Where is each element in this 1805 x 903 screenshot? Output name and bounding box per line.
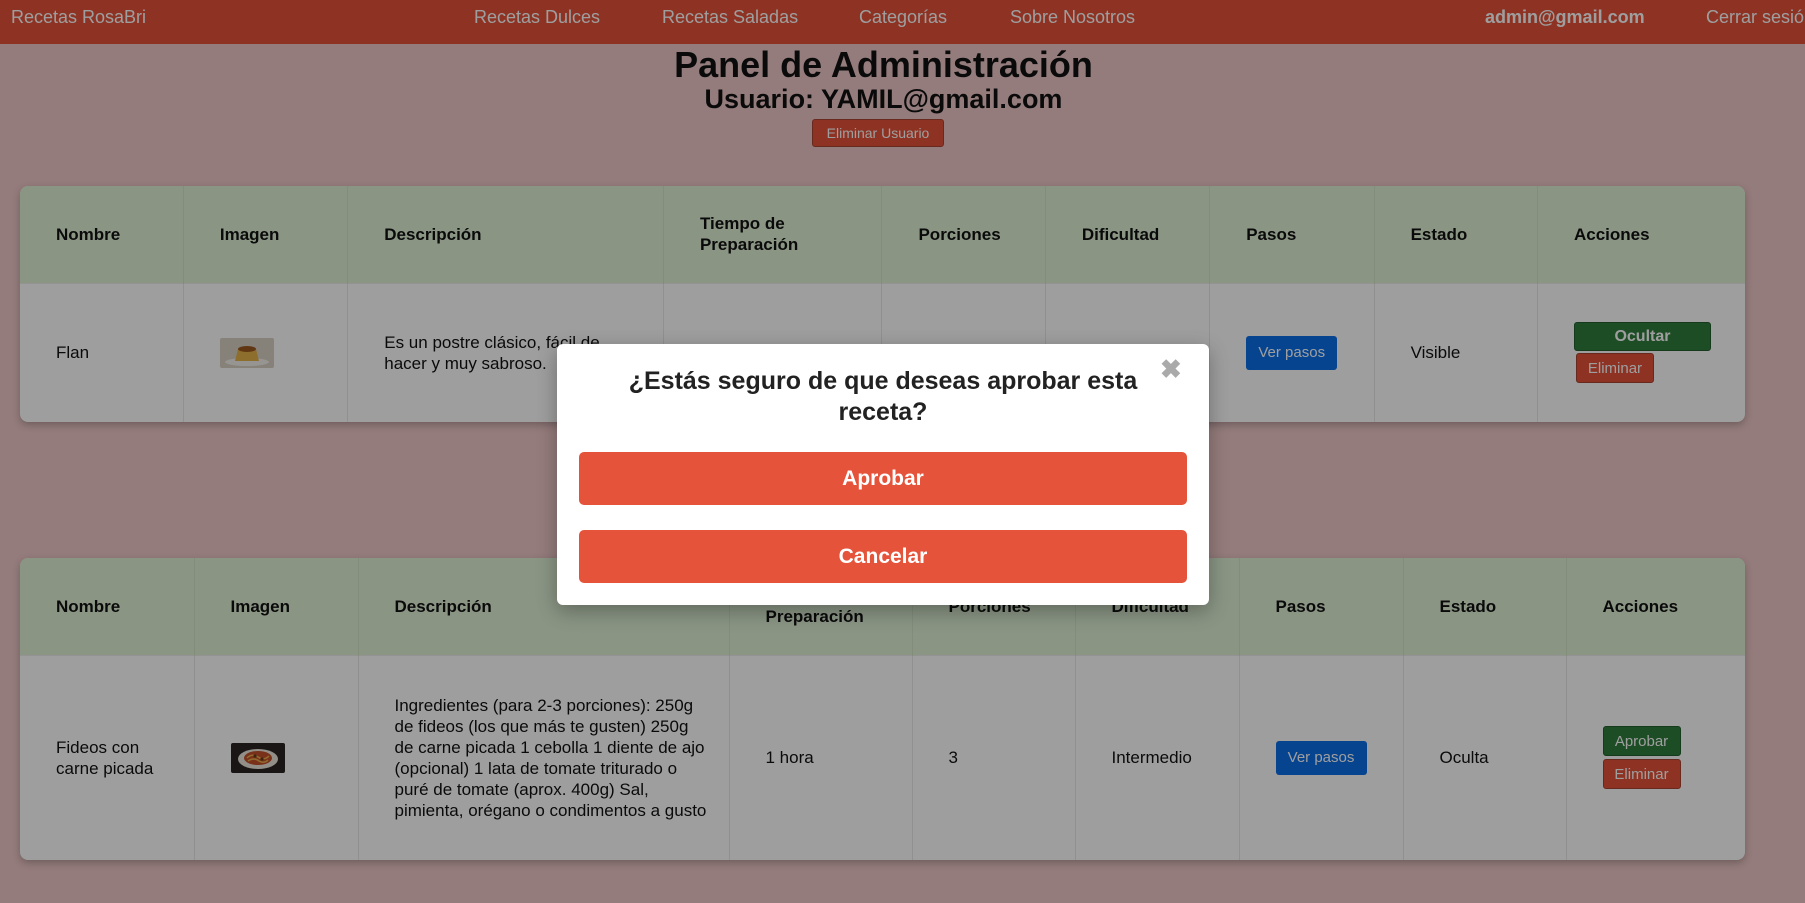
modal-question: ¿Estás seguro de que deseas aprobar esta… (628, 367, 1138, 426)
close-icon[interactable]: ✖ (1160, 356, 1182, 382)
approve-confirmation-modal: ✖ ¿Estás seguro de que deseas aprobar es… (557, 344, 1209, 605)
cancel-button[interactable]: Cancelar (579, 530, 1187, 583)
confirm-approve-button[interactable]: Aprobar (579, 452, 1187, 505)
